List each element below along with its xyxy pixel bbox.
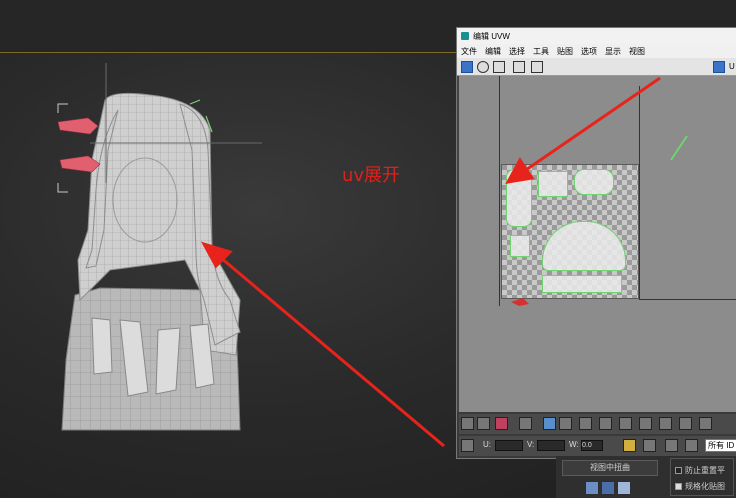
uvw-toolbar: U	[457, 58, 736, 76]
modifier-panel: 视图中扭曲 防止重置平 规格化贴图	[556, 456, 736, 498]
loop-select-icon[interactable]	[619, 417, 632, 430]
uvw-window-title: 编辑 UVW	[473, 31, 510, 41]
quick-planar-icon[interactable]	[586, 482, 598, 494]
uv-green-island	[670, 135, 688, 161]
move-tool-icon[interactable]	[461, 61, 473, 73]
texture-display-icon[interactable]	[543, 417, 556, 430]
menu-mapping[interactable]: 贴图	[557, 46, 573, 57]
menu-tools[interactable]: 工具	[533, 46, 549, 57]
uvw-menu-bar: 文件 编辑 选择 工具 贴图 选项 显示 视图	[457, 44, 736, 58]
shrink-selection-icon[interactable]	[599, 417, 612, 430]
unfold-icon[interactable]	[618, 482, 630, 494]
uvw-bottom-panel: U: V: W: 0.0 所有 ID	[457, 412, 736, 458]
ring-select-icon[interactable]	[639, 417, 652, 430]
u-label: U:	[483, 440, 491, 449]
polygon-mode-icon[interactable]	[495, 417, 508, 430]
uvw-bottom-toolbar-row-1	[459, 414, 736, 434]
quick-map-icon[interactable]	[602, 482, 614, 494]
menu-select[interactable]: 选择	[509, 46, 525, 57]
menu-options[interactable]: 选项	[581, 46, 597, 57]
snowflake-icon[interactable]	[685, 439, 698, 452]
element-select-icon[interactable]	[519, 417, 532, 430]
uv-editor-canvas[interactable]	[459, 76, 736, 440]
menu-file[interactable]: 文件	[461, 46, 477, 57]
edge-mode-icon[interactable]	[477, 417, 490, 430]
uv-overlay-svg	[511, 135, 688, 306]
absolute-mode-icon[interactable]	[461, 439, 474, 452]
app-logo-icon	[461, 32, 469, 40]
mirror-tool-icon[interactable]	[531, 61, 543, 73]
menu-view[interactable]: 视图	[629, 46, 645, 57]
view-distortion-button[interactable]: 视图中扭曲	[562, 460, 658, 476]
toolbar-u-label: U	[729, 62, 735, 71]
w-label: W:	[569, 440, 579, 449]
u-value-field[interactable]	[495, 440, 523, 451]
menu-edit[interactable]: 编辑	[485, 46, 501, 57]
freeform-tool-icon[interactable]	[513, 61, 525, 73]
annotation-label: uv展开	[342, 165, 401, 186]
hide-icon[interactable]	[643, 439, 656, 452]
soft-select-icon[interactable]	[679, 417, 692, 430]
prevent-reflatten-checkbox[interactable]	[675, 467, 682, 474]
normalize-map-checkbox[interactable]	[675, 483, 682, 490]
scale-tool-icon[interactable]	[493, 61, 505, 73]
uv-red-island	[511, 298, 529, 306]
expand-selection-icon[interactable]	[579, 417, 592, 430]
freeze-icon[interactable]	[665, 439, 678, 452]
v-value-field[interactable]	[537, 440, 565, 451]
uvw-title-bar[interactable]: 编辑 UVW	[457, 28, 736, 44]
prevent-reflatten-label: 防止重置平	[685, 466, 725, 475]
grid-snap-icon[interactable]	[559, 417, 572, 430]
options-group: 防止重置平 规格化贴图	[670, 458, 734, 496]
paint-select-icon[interactable]	[659, 417, 672, 430]
lock-icon[interactable]	[623, 439, 636, 452]
menu-display[interactable]: 显示	[605, 46, 621, 57]
uvw-bottom-toolbar-row-2: U: V: W: 0.0 所有 ID	[459, 436, 736, 456]
checker-display-icon[interactable]	[713, 61, 725, 73]
vertex-mode-icon[interactable]	[461, 417, 474, 430]
v-label: V:	[527, 440, 535, 449]
w-value-field[interactable]: 0.0	[581, 440, 603, 451]
rotate-tool-icon[interactable]	[477, 61, 489, 73]
normalize-map-label: 规格化贴图	[685, 482, 725, 491]
channel-dropdown[interactable]: 所有 ID	[705, 439, 736, 452]
pinch-icon[interactable]	[699, 417, 712, 430]
edit-uvw-window[interactable]: 编辑 UVW 文件 编辑 选择 工具 贴图 选项 显示 视图 U U: V: W…	[456, 27, 736, 459]
